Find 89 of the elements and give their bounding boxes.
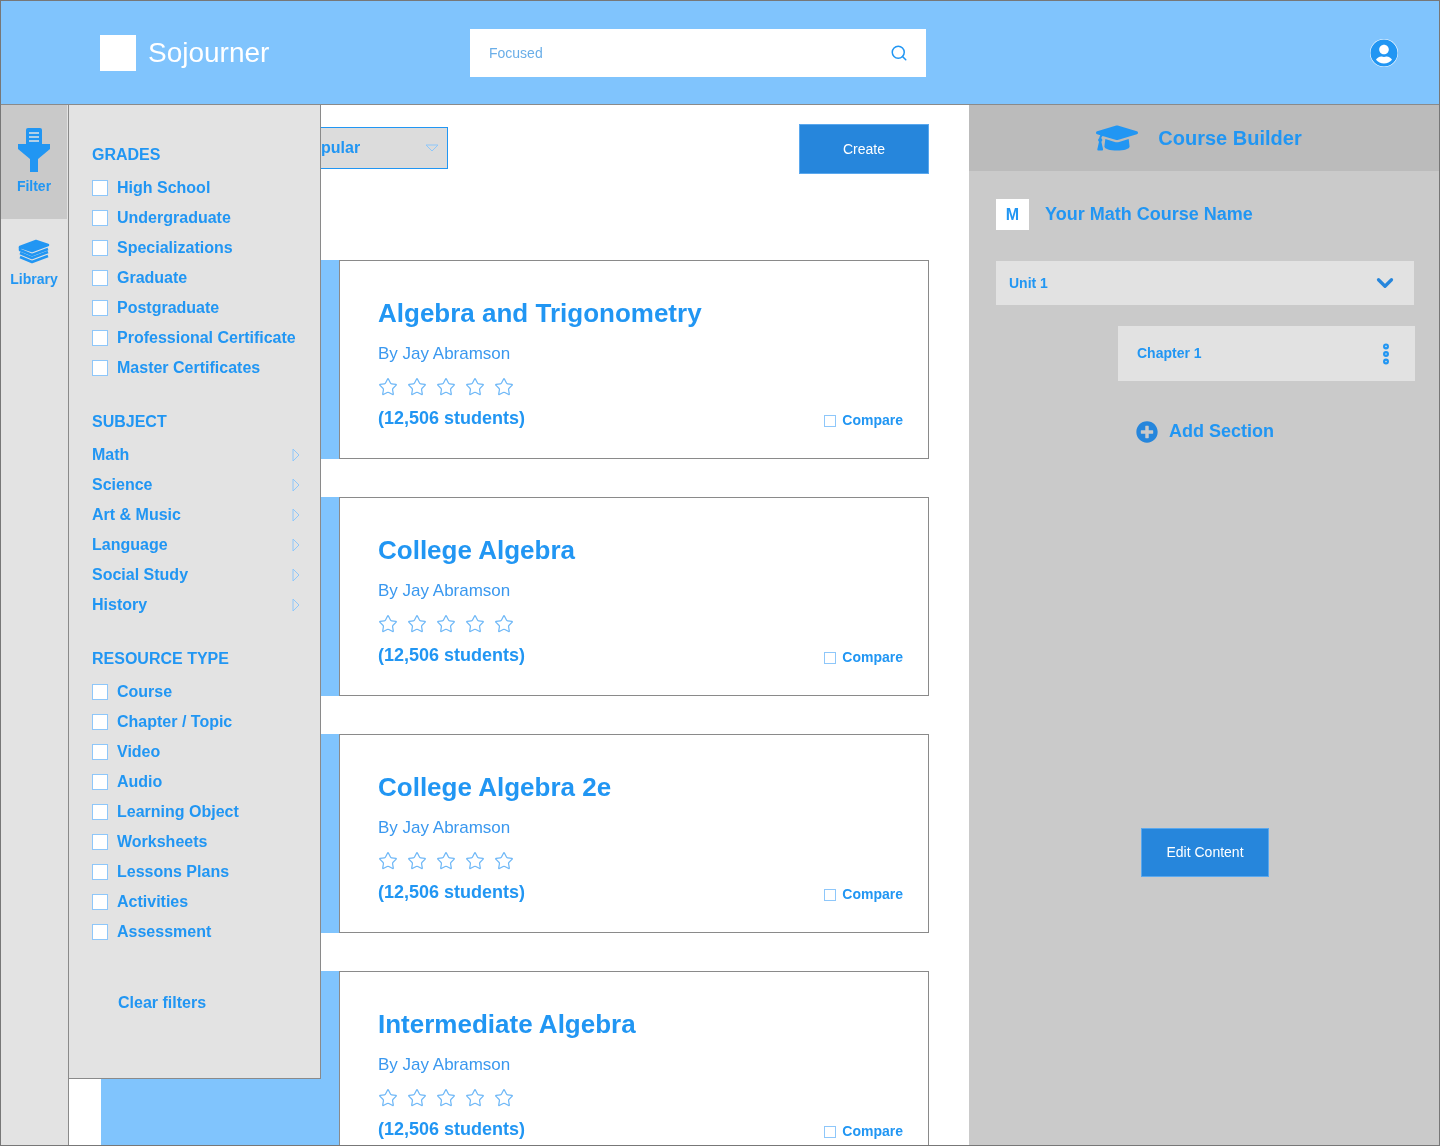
logo-icon [100, 34, 136, 71]
dropdown-caret-icon [425, 144, 439, 152]
filter-option: Master Certificates [117, 356, 261, 380]
checkbox[interactable] [92, 774, 108, 790]
caret-icon [292, 598, 300, 612]
filter-option: Lessons Plans [117, 860, 230, 884]
filter-option: Graduate [117, 266, 188, 290]
course-author: By Jay Abramson [378, 1054, 512, 1076]
subject-item[interactable]: Math [92, 443, 130, 467]
create-button[interactable]: Create [799, 124, 929, 174]
compare-label: Compare [842, 885, 903, 904]
checkbox[interactable] [92, 180, 108, 196]
checkbox[interactable] [92, 684, 108, 700]
course-title[interactable]: Intermediate Algebra [378, 1008, 903, 1040]
checkbox[interactable] [824, 1125, 837, 1138]
checkbox[interactable] [92, 240, 108, 256]
filter-option: Course [117, 680, 173, 704]
compare-label: Compare [842, 648, 903, 667]
compare-label: Compare [842, 411, 903, 430]
course-author: By Jay Abramson [378, 343, 512, 365]
checkbox[interactable] [92, 834, 108, 850]
subject-item[interactable]: Social Study [92, 563, 189, 587]
course-author: By Jay Abramson [378, 580, 512, 602]
rail-tab[interactable]: Library [1, 219, 67, 309]
chapter-label: Chapter 1 [1137, 344, 1202, 363]
student-count: (12,506 students) [378, 1118, 526, 1141]
caret-icon [292, 508, 300, 522]
filter-option: Specializations [117, 236, 233, 260]
rail-tab[interactable]: Filter [1, 105, 67, 219]
panel-title: Course Builder [1158, 126, 1302, 151]
course-title[interactable]: Algebra and Trigonometry [378, 297, 903, 329]
checkbox[interactable] [92, 924, 108, 940]
checkbox[interactable] [92, 330, 108, 346]
checkbox[interactable] [92, 864, 108, 880]
caret-icon [292, 478, 300, 492]
subject-item[interactable]: History [92, 593, 148, 617]
section-heading: SUBJECT [92, 412, 168, 432]
app-name: Sojourner [148, 35, 271, 70]
filter-option: Audio [117, 770, 163, 794]
add-section-button[interactable]: Add Section [1136, 418, 1274, 445]
checkbox[interactable] [92, 804, 108, 820]
section-heading: RESOURCE TYPE [92, 649, 230, 669]
course-initial: M [996, 199, 1029, 230]
edit-content-button[interactable]: Edit Content [1141, 828, 1269, 877]
search-field[interactable]: Focused [470, 28, 926, 77]
unit-row[interactable]: Unit 1 [996, 261, 1414, 305]
sort-dropdown[interactable]: pular [321, 127, 448, 169]
course-title[interactable]: College Algebra [378, 534, 903, 566]
subject-item[interactable]: Language [92, 533, 168, 557]
course-title[interactable]: College Algebra 2e [378, 771, 903, 803]
caret-icon [292, 568, 300, 582]
filter-option: High School [117, 176, 211, 200]
chapter-row[interactable]: Chapter 1 [1118, 326, 1415, 381]
student-count: (12,506 students) [378, 644, 526, 667]
search-icon[interactable] [890, 43, 908, 62]
filter-option: Learning Object [117, 800, 239, 824]
checkbox[interactable] [92, 270, 108, 286]
books-icon [18, 238, 50, 265]
filter-option: Chapter / Topic [117, 710, 233, 734]
subject-item[interactable]: Science [92, 473, 153, 497]
user-avatar-icon[interactable] [1370, 38, 1398, 67]
clear-filters-link[interactable]: Clear filters [118, 991, 207, 1015]
filter-option: Video [117, 740, 161, 764]
funnel-icon [18, 127, 50, 172]
filter-option: Undergraduate [117, 206, 231, 230]
checkbox[interactable] [824, 414, 837, 427]
compare-label: Compare [842, 1122, 903, 1141]
caret-icon [292, 448, 300, 462]
checkbox[interactable] [92, 360, 108, 376]
caret-icon [292, 538, 300, 552]
plus-icon [1136, 420, 1158, 443]
filter-option: Activities [117, 890, 189, 914]
checkbox[interactable] [92, 210, 108, 226]
course-author: By Jay Abramson [378, 817, 512, 839]
checkbox[interactable] [824, 651, 837, 664]
checkbox[interactable] [92, 300, 108, 316]
checkbox[interactable] [92, 894, 108, 910]
student-count: (12,506 students) [378, 407, 526, 430]
filter-option: Professional Certificate [117, 326, 296, 350]
section-heading: GRADES [92, 145, 162, 165]
checkbox[interactable] [92, 714, 108, 730]
checkbox[interactable] [824, 888, 837, 901]
checkbox[interactable] [92, 744, 108, 760]
course-name[interactable]: Your Math Course Name [1045, 201, 1253, 228]
filter-option: Worksheets [117, 830, 208, 854]
filter-option: Assessment [117, 920, 212, 944]
student-count: (12,506 students) [378, 881, 526, 904]
subject-item[interactable]: Art & Music [92, 503, 181, 527]
filter-option: Postgraduate [117, 296, 220, 320]
